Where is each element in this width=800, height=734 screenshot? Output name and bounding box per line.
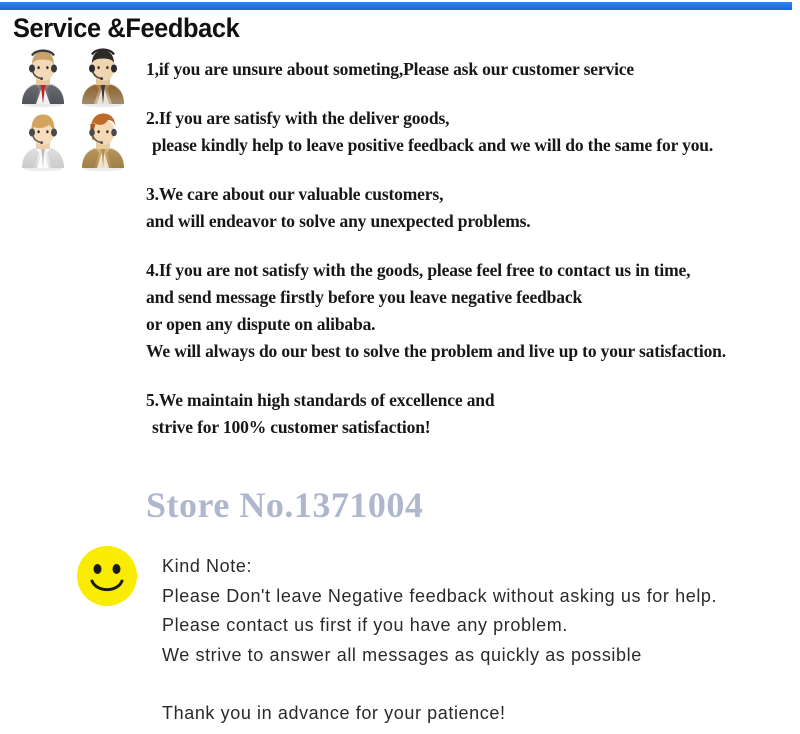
policy-paragraph: 4.If you are not satisfy with the goods,… — [146, 257, 796, 365]
policy-line: and will endeavor to solve any unexpecte… — [146, 211, 531, 231]
policy-line: 3.We care about our valuable customers, — [146, 184, 444, 204]
kind-note-line: Please contact us first if you have any … — [162, 615, 568, 635]
policy-line: 5.We maintain high standards of excellen… — [146, 390, 495, 410]
policy-paragraph: 3.We care about our valuable customers, … — [146, 181, 796, 235]
policy-line: 1,if you are unsure about someting,Pleas… — [146, 59, 635, 79]
policy-line: 2.If you are satisfy with the deliver go… — [146, 108, 450, 128]
kind-note-block: Kind Note: Please Don't leave Negative f… — [162, 552, 782, 729]
policy-paragraph: 1,if you are unsure about someting,Pleas… — [146, 56, 796, 83]
kind-note-line: Please Don't leave Negative feedback wit… — [162, 585, 718, 606]
policy-line: please kindly help to leave positive fee… — [152, 135, 714, 155]
agent-avatar-male-brown-suit — [74, 46, 132, 108]
kind-note-spacer — [162, 670, 782, 699]
smiley-face-icon — [76, 545, 138, 607]
agent-avatar-female-tan-jacket — [74, 110, 132, 172]
page-title: Service &Feedback — [13, 13, 240, 43]
policy-line: and send message firstly before you leav… — [146, 287, 583, 307]
kind-note-heading: Kind Note: — [162, 556, 253, 576]
policy-line: 4.If you are not satisfy with the goods,… — [146, 260, 691, 280]
policy-line: We will always do our best to solve the … — [146, 341, 726, 361]
service-policy-text: 1,if you are unsure about someting,Pleas… — [146, 56, 796, 441]
kind-note-line: We strive to answer all messages as quic… — [162, 644, 642, 665]
policy-paragraph: 5.We maintain high standards of excellen… — [146, 387, 796, 441]
agent-avatar-female-white-coat — [14, 110, 72, 172]
policy-paragraph: 2.If you are satisfy with the deliver go… — [146, 105, 796, 159]
store-number-watermark: Store No.1371004 — [146, 485, 424, 525]
agent-avatar-male-gray-suit — [14, 46, 72, 108]
customer-service-avatars — [12, 46, 136, 176]
top-blue-divider — [0, 2, 792, 10]
kind-note-closing: Thank you in advance for your patience! — [162, 703, 506, 723]
policy-line: or open any dispute on alibaba. — [146, 314, 376, 334]
policy-line: strive for 100% customer satisfaction! — [152, 417, 431, 437]
